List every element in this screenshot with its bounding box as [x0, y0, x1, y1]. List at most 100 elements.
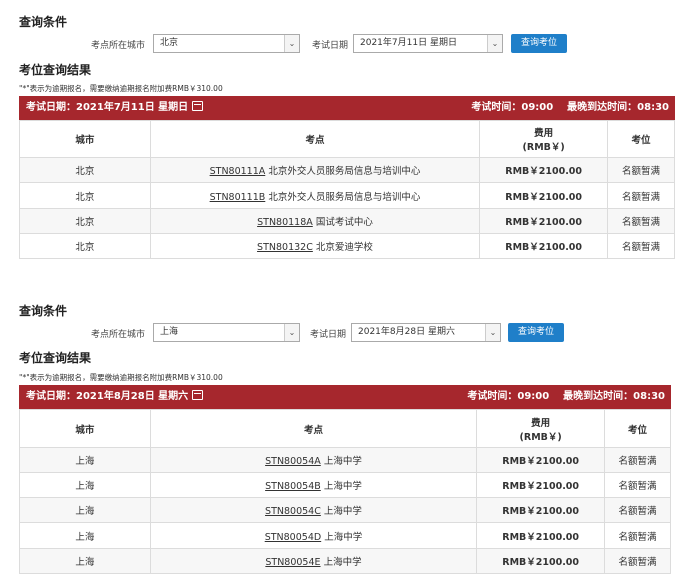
date-label: 考试日期 [310, 330, 347, 340]
center-name: 上海中学 [323, 557, 362, 568]
center-code-link[interactable]: STN80054E [265, 557, 320, 568]
cell-city: 北京 [19, 233, 151, 259]
cell-fee: RMB￥2100.00 [476, 447, 606, 473]
center-code-link[interactable]: STN80132C [257, 242, 313, 253]
date-select[interactable]: 2021年7月11日 星期日 ⌄ [353, 34, 503, 53]
cell-seat: 名额暂满 [607, 182, 675, 209]
cell-city: 上海 [19, 548, 151, 574]
city-label: 考点所在城市 [91, 330, 146, 340]
cell-center: STN80054C 上海中学 [149, 497, 478, 523]
date-label: 考试日期 [312, 41, 349, 51]
exam-date-text: 考试日期：2021年7月11日 星期日 [26, 96, 204, 120]
table-header-row: 城市 考点 费用 (RMB￥) 考位 [19, 120, 675, 158]
cell-center: STN80054D 上海中学 [149, 522, 478, 549]
chevron-down-icon: ⌄ [487, 35, 502, 52]
exam-time: 考试时间：09:00 [471, 102, 554, 113]
query-button[interactable]: 查询考位 [511, 34, 567, 53]
cell-city: 北京 [19, 157, 151, 183]
cell-fee: RMB￥2100.00 [479, 182, 609, 209]
exam-info-bar: 考试日期：2021年8月28日 星期六 考试时间：09:00 最晚到达时间：08… [19, 385, 671, 409]
cell-seat: 名额暂满 [604, 522, 671, 549]
cell-fee: RMB￥2100.00 [479, 157, 609, 183]
result-title: 考位查询结果 [19, 351, 92, 365]
chevron-down-icon: ⌄ [485, 324, 500, 341]
header-seat: 考位 [607, 120, 675, 158]
date-select-value: 2021年7月11日 星期日 [360, 38, 457, 48]
cell-center: STN80054E 上海中学 [149, 548, 478, 574]
center-name: 上海中学 [323, 456, 362, 467]
cell-city: 上海 [19, 472, 151, 498]
late-fee-note: "*"表示为逾期报名，需要缴纳逾期报名附加费RMB￥310.00 [19, 84, 223, 93]
exam-date-text: 考试日期：2021年8月28日 星期六 [26, 385, 204, 409]
query-section-shanghai: 查询条件 考点所在城市 上海 ⌄ 考试日期 2021年8月28日 星期六 ⌄ 查… [0, 290, 689, 585]
cell-seat: 名额暂满 [604, 447, 671, 473]
cell-center: STN80132C 北京爱迪学校 [149, 233, 481, 259]
header-fee: 费用 (RMB￥) [476, 409, 606, 448]
query-title: 查询条件 [19, 304, 68, 318]
cell-center: STN80054B 上海中学 [149, 472, 478, 498]
center-code-link[interactable]: STN80054B [265, 481, 321, 492]
late-fee-note: "*"表示为逾期报名，需要缴纳逾期报名附加费RMB￥310.00 [19, 373, 223, 382]
date-select[interactable]: 2021年8月28日 星期六 ⌄ [351, 323, 501, 342]
latest-arrival: 最晚到达时间：08:30 [563, 391, 665, 402]
cell-fee: RMB￥2100.00 [476, 522, 606, 549]
cell-city: 上海 [19, 522, 151, 549]
cell-center: STN80111A 北京外交人员服务局信息与培训中心 [149, 157, 481, 183]
seat-table: 城市 考点 费用 (RMB￥) 考位 北京 STN80111A 北京外交人员服务局… [19, 120, 675, 259]
header-city: 城市 [19, 409, 151, 448]
header-seat: 考位 [604, 409, 671, 448]
exam-time: 考试时间：09:00 [467, 391, 550, 402]
table-header-row: 城市 考点 费用 (RMB￥) 考位 [19, 409, 671, 448]
date-select-value: 2021年8月28日 星期六 [358, 327, 455, 337]
cell-seat: 名额暂满 [604, 472, 671, 498]
cell-city: 上海 [19, 447, 151, 473]
city-label: 考点所在城市 [91, 41, 146, 51]
exam-info-bar: 考试日期：2021年7月11日 星期日 考试时间：09:00 最晚到达时间：08… [19, 96, 675, 120]
calendar-icon [192, 390, 204, 400]
result-title: 考位查询结果 [19, 63, 92, 77]
center-name: 上海中学 [324, 531, 363, 543]
cell-seat: 名额暂满 [604, 497, 671, 523]
cell-center: STN80054A 上海中学 [149, 447, 478, 473]
calendar-icon [192, 101, 204, 111]
center-code-link[interactable]: STN80118A [257, 217, 313, 228]
cell-city: 北京 [19, 208, 151, 234]
table-row: 北京 STN80132C 北京爱迪学校 RMB￥2100.00 名额暂满 [19, 233, 675, 259]
city-select[interactable]: 北京 ⌄ [153, 34, 300, 53]
table-row: 北京 STN80111A 北京外交人员服务局信息与培训中心 RMB￥2100.0… [19, 157, 675, 183]
cell-city: 上海 [19, 497, 151, 523]
header-fee: 费用 (RMB￥) [479, 120, 609, 158]
cell-seat: 名额暂满 [607, 208, 675, 234]
header-center: 考点 [149, 120, 481, 158]
header-city: 城市 [19, 120, 151, 158]
center-code-link[interactable]: STN80054C [265, 506, 321, 517]
table-row: 上海 STN80054B 上海中学 RMB￥2100.00 名额暂满 [19, 472, 671, 498]
chevron-down-icon: ⌄ [284, 35, 299, 52]
center-name: 北京爱迪学校 [315, 242, 373, 253]
center-code-link[interactable]: STN80054D [265, 532, 321, 543]
cell-fee: RMB￥2100.00 [476, 497, 606, 523]
center-code-link[interactable]: STN80054A [265, 456, 321, 467]
table-row: 上海 STN80054E 上海中学 RMB￥2100.00 名额暂满 [19, 548, 671, 574]
center-code-link[interactable]: STN80111B [210, 192, 266, 203]
center-code-link[interactable]: STN80111A [210, 166, 266, 177]
city-select-value: 北京 [160, 38, 179, 48]
cell-center: STN80118A 国试考试中心 [149, 208, 481, 234]
cell-fee: RMB￥2100.00 [479, 208, 609, 234]
cell-center: STN80111B 北京外交人员服务局信息与培训中心 [149, 182, 481, 209]
exam-time-info: 考试时间：09:00 最晚到达时间：08:30 [471, 96, 669, 120]
city-select[interactable]: 上海 ⌄ [153, 323, 300, 342]
query-title: 查询条件 [19, 15, 68, 29]
seat-table: 城市 考点 费用 (RMB￥) 考位 上海 STN80054A 上海中学 RMB￥… [19, 409, 671, 574]
query-button[interactable]: 查询考位 [508, 323, 564, 342]
center-name: 国试考试中心 [315, 217, 373, 228]
center-name: 上海中学 [323, 481, 362, 492]
chevron-down-icon: ⌄ [284, 324, 299, 341]
cell-fee: RMB￥2100.00 [476, 548, 606, 574]
table-row: 上海 STN80054C 上海中学 RMB￥2100.00 名额暂满 [19, 497, 671, 523]
cell-seat: 名额暂满 [607, 233, 675, 259]
query-section-beijing: 查询条件 考点所在城市 北京 ⌄ 考试日期 2021年7月11日 星期日 ⌄ 查… [0, 0, 689, 280]
cell-fee: RMB￥2100.00 [476, 472, 606, 498]
cell-seat: 名额暂满 [607, 157, 675, 183]
table-row: 北京 STN80118A 国试考试中心 RMB￥2100.00 名额暂满 [19, 208, 675, 234]
